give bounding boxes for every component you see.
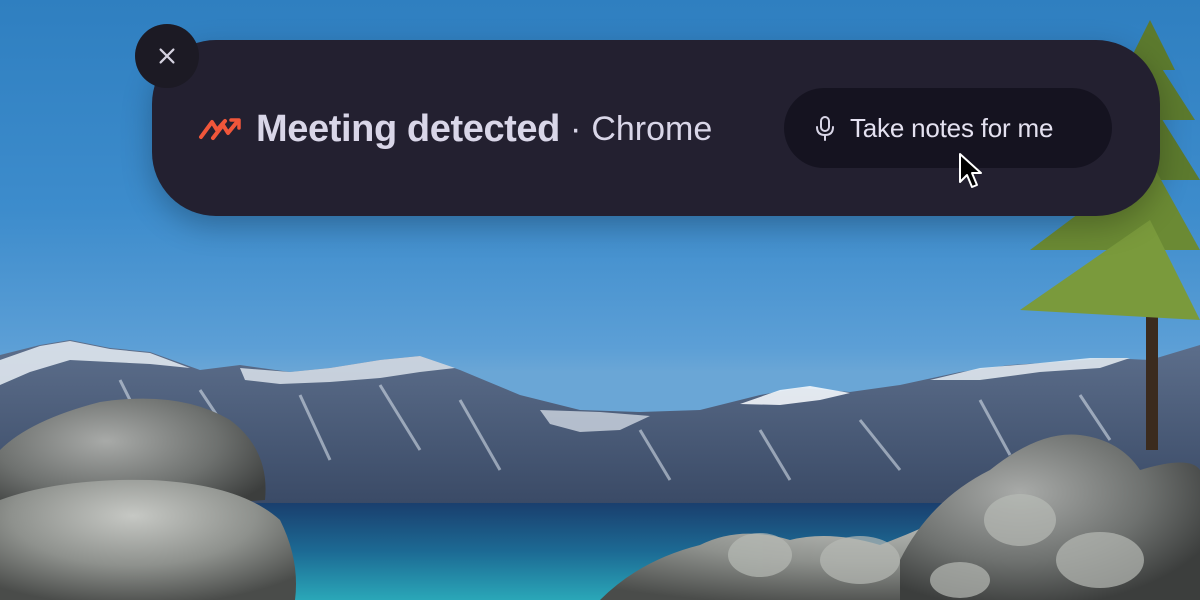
title-separator: · [569, 109, 582, 148]
close-button[interactable] [135, 24, 199, 88]
brand-logo-icon [199, 118, 241, 140]
desktop-wallpaper: Meeting detected · Chrome Take notes for… [0, 0, 1200, 600]
take-notes-label: Take notes for me [850, 112, 1054, 143]
app-name: Chrome [591, 109, 713, 148]
notification-heading: Meeting detected [256, 107, 560, 150]
notification-title: Meeting detected · Chrome [256, 104, 712, 154]
close-icon [159, 48, 175, 64]
microphone-icon [816, 116, 834, 141]
mouse-pointer-icon [959, 153, 982, 188]
take-notes-button[interactable]: Take notes for me [784, 88, 1112, 168]
